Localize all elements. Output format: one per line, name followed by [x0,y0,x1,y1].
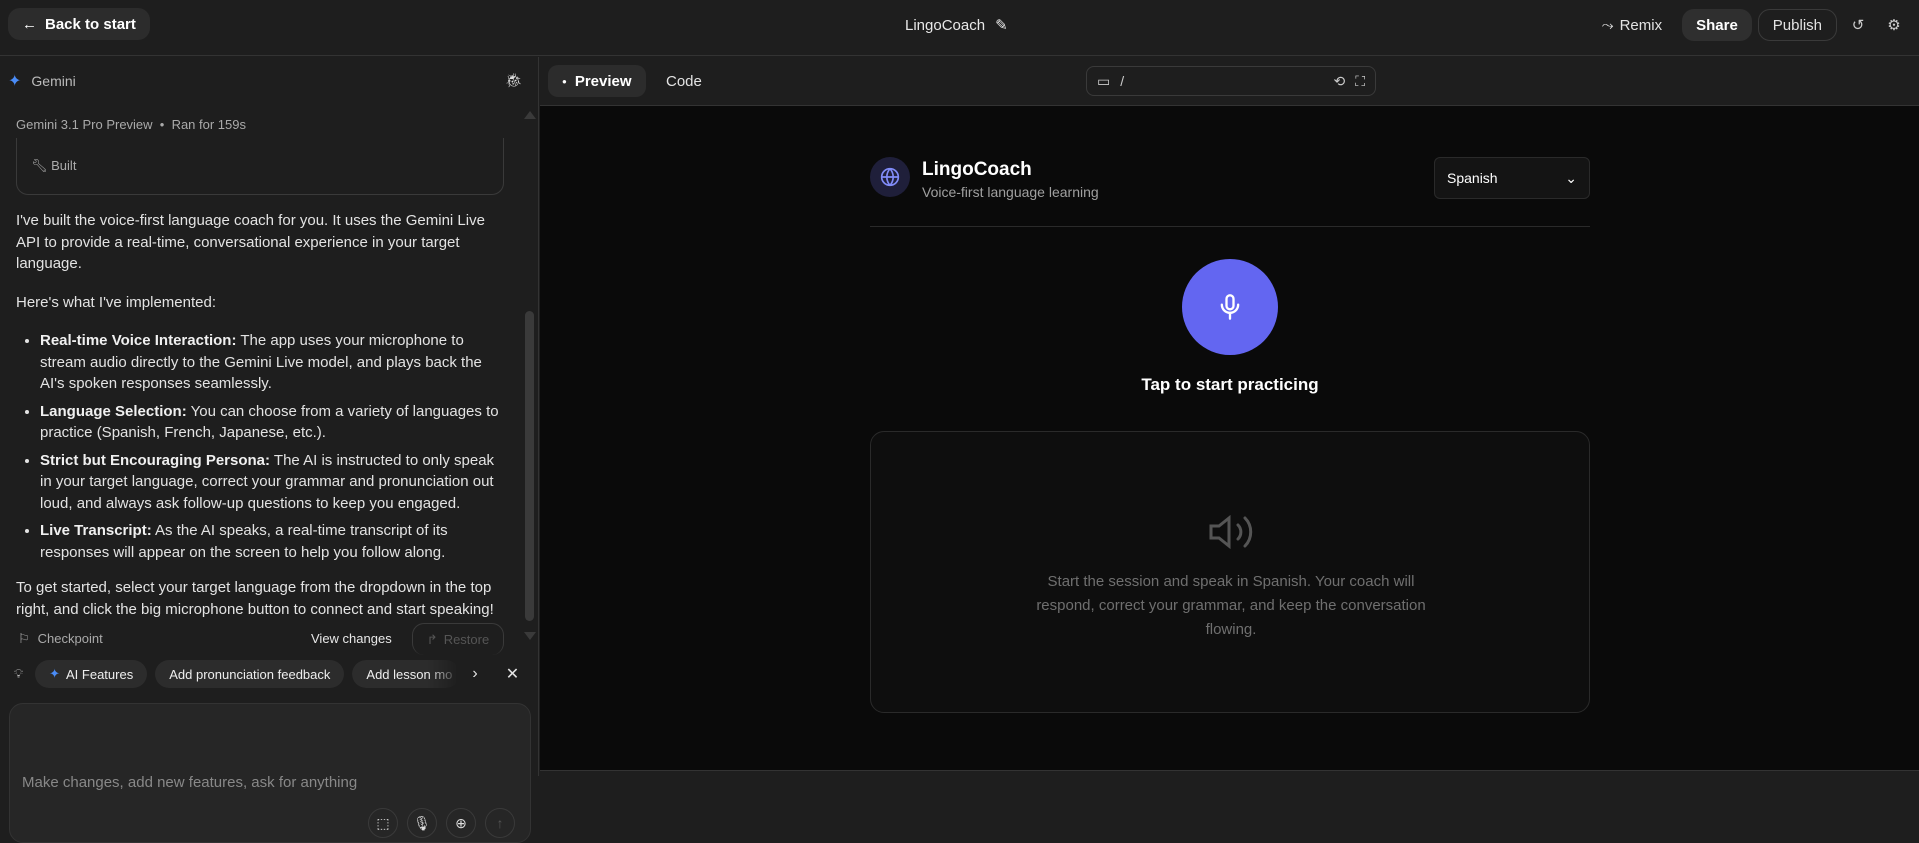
assistant-message: I've built the voice-first language coac… [16,210,506,637]
gemini-sparkle-icon: ✦ [49,666,61,681]
implemented-heading: Here's what I've implemented: [16,293,216,311]
send-arrow-icon[interactable]: ↑ [485,808,515,838]
chevron-down-icon: ⌄ [1565,169,1577,186]
feature-list: Real-time Voice Interaction: The app use… [16,330,506,563]
tab-preview[interactable]: ● Preview [548,65,646,97]
chip-add-lesson-mode[interactable]: Add lesson mo [352,660,461,688]
scroll-down-arrow[interactable] [524,632,536,640]
intro-text: I've built the voice-first language coac… [16,212,485,272]
remix-icon: ⤳ [1601,16,1614,34]
list-item: Real-time Voice Interaction: The app use… [40,330,506,395]
globe-icon [870,157,910,197]
view-changes-button[interactable]: View changes [311,631,392,646]
top-bar: ← Back to start LingoCoach ✎ ⤳ Remix Shar… [0,0,1919,56]
chip-add-pronunciation-feedback[interactable]: Add pronunciation feedback [155,660,345,688]
transcript-box: Start the session and speak in Spanish. … [870,431,1590,713]
chip-ai-features[interactable]: ✦ AI Features [35,660,148,688]
chat-panel: ✦ Gemini 🐞︎ Gemini 3.1 Pro Preview • Ran… [0,57,539,843]
add-circle-icon[interactable]: ⊕ [446,808,476,838]
settings-gear-icon[interactable]: ⚙ [1879,10,1909,40]
lightbulb-sparkle-icon: 💡︎ [14,666,24,681]
redo-icon: ↱ [426,631,438,647]
gemini-sparkle-icon: ✦ [8,73,22,90]
refresh-icon[interactable]: ⟲ [1333,73,1345,90]
pencil-icon[interactable]: ✎ [995,16,1008,34]
tap-to-start-label: Tap to start practicing [1141,375,1319,394]
select-element-icon[interactable]: ⬚ [368,808,398,838]
list-item: Language Selection: You can choose from … [40,401,506,444]
bug-icon[interactable]: 🐞︎ [505,72,523,89]
url-bar[interactable]: ▭ / ⟲ ⛶ [1086,66,1376,96]
flag-icon: ⚐ [18,631,30,646]
history-icon[interactable]: ↺ [1843,10,1873,40]
closing-text: To get started, select your target langu… [16,579,494,618]
app-subtitle: Voice-first language learning [922,184,1099,200]
microphone-button[interactable] [1182,259,1278,355]
preview-bottom-bar [540,770,1919,776]
fullscreen-icon[interactable]: ⛶ [1355,73,1365,90]
close-icon[interactable]: ✕ [506,664,519,684]
back-to-start-button[interactable]: ← Back to start [8,8,150,40]
microphone-icon [1220,294,1240,320]
microphone-icon[interactable]: 🎙︎ [407,808,437,838]
app-name: LingoCoach [922,159,1032,180]
wrench-icon: 🔧︎ [31,158,48,173]
remix-button[interactable]: ⤳ Remix [1588,9,1677,41]
scroll-up-arrow[interactable] [524,111,536,119]
list-item: Strict but Encouraging Persona: The AI i… [40,450,506,515]
preview-toolbar: ● Preview Code ▭ / ⟲ ⛶ [540,57,1919,106]
built-card[interactable]: 🔧︎ Built [16,138,504,195]
divider [870,226,1590,227]
devices-icon[interactable]: ▭ [1097,73,1110,90]
transcript-placeholder: Start the session and speak in Spanish. … [1036,573,1426,638]
chevron-right-icon[interactable]: › [472,665,477,683]
scrollbar-thumb[interactable] [525,311,534,621]
arrow-left-icon: ← [22,15,37,33]
run-meta: Gemini 3.1 Pro Preview • Ran for 159s [16,117,246,132]
chat-header: ✦ Gemini [8,73,76,90]
project-title[interactable]: LingoCoach ✎ [905,16,1008,35]
tab-code[interactable]: Code [652,65,716,97]
suggestion-chips: 💡︎ ✦ AI Features Add pronunciation feedba… [14,660,534,688]
language-select[interactable]: Spanish ⌄ [1434,157,1590,199]
publish-button[interactable]: Publish [1757,9,1837,41]
prompt-input[interactable]: Make changes, add new features, ask for … [9,703,531,843]
share-button[interactable]: Share [1682,9,1752,41]
list-item: Live Transcript: As the AI speaks, a rea… [40,520,506,563]
speaker-icon [1209,514,1253,550]
preview-panel: ● Preview Code ▭ / ⟲ ⛶ LingoCoach Voice-f… [540,57,1919,776]
restore-button[interactable]: ↱ Restore [412,623,504,655]
checkpoint: ⚐ Checkpoint [18,631,103,646]
